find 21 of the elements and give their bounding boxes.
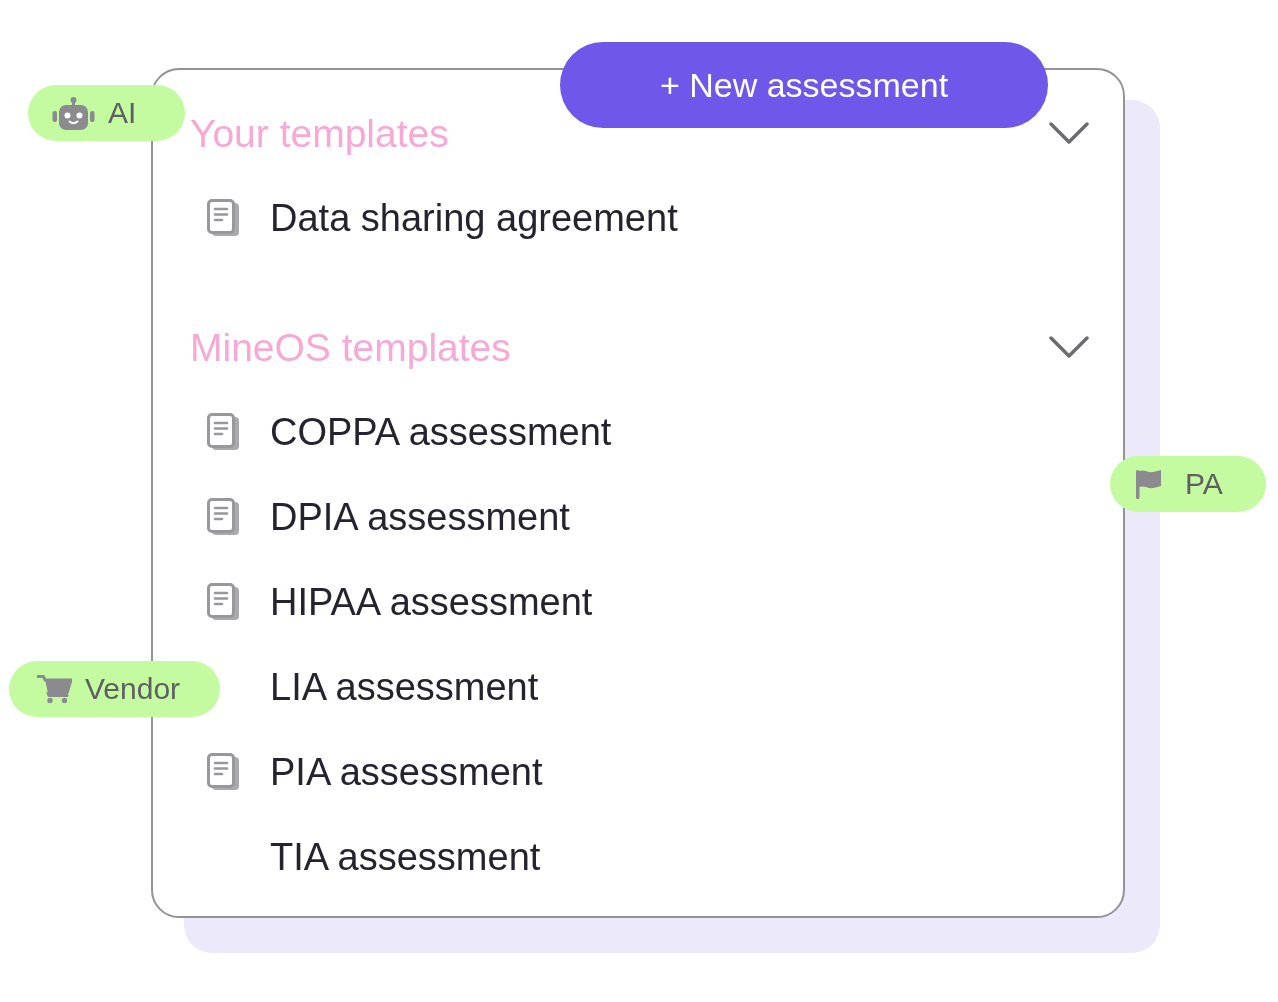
template-item[interactable]: PIA assessment <box>207 752 543 791</box>
section-heading: Your templates <box>190 113 449 153</box>
template-item[interactable]: DPIA assessment <box>207 497 570 536</box>
template-item[interactable]: COPPA assessment <box>207 412 612 451</box>
robot-icon <box>52 96 95 130</box>
template-item[interactable]: Data sharing agreement <box>207 198 678 237</box>
flag-icon <box>1135 469 1162 499</box>
document-icon <box>207 752 240 791</box>
section-heading: MineOS templates <box>190 327 511 367</box>
document-icon <box>207 412 240 451</box>
template-item[interactable]: TIA assessment <box>270 837 541 876</box>
tag-label: PA <box>1185 469 1223 499</box>
document-icon <box>207 582 240 621</box>
document-icon <box>207 198 240 237</box>
tag-label: Vendor <box>85 674 181 704</box>
document-icon <box>207 497 240 536</box>
template-item[interactable]: HIPAA assessment <box>207 582 593 621</box>
template-item[interactable]: LIA assessment <box>270 667 539 706</box>
tag-label: AI <box>108 98 137 128</box>
new-assessment-button[interactable]: + New assessment <box>560 42 1048 128</box>
shopping-cart-icon <box>37 674 72 704</box>
